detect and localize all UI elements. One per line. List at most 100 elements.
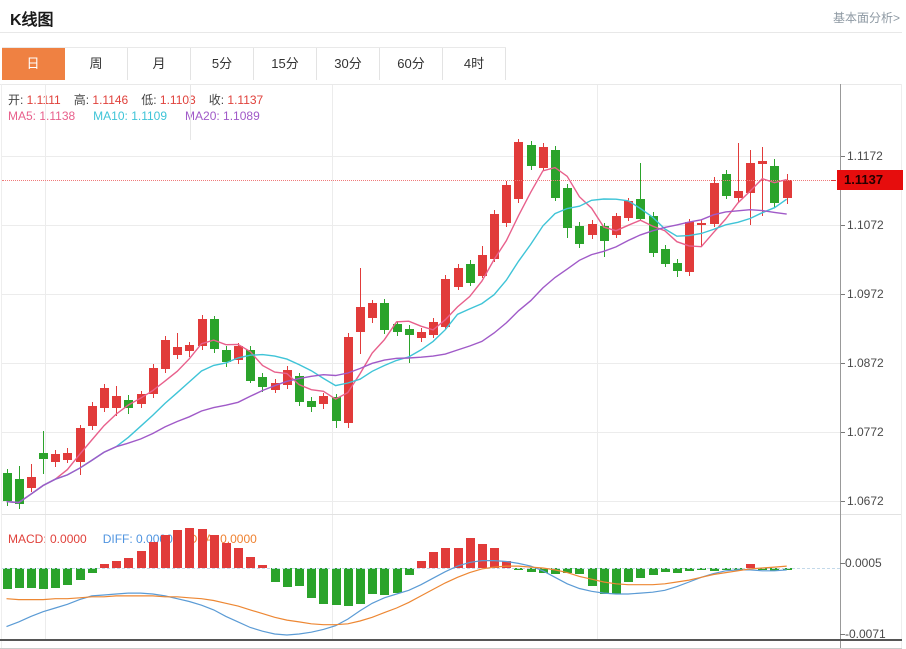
tab-60分[interactable]: 60分 [380, 48, 443, 80]
macd-bar-positive [441, 548, 450, 568]
candle-up [588, 224, 597, 235]
price-axis-label: 1.1072 [847, 218, 884, 232]
price-gridline [2, 363, 840, 364]
macd-bar-negative [27, 568, 36, 588]
info-item: MACD: 0.0000 [8, 532, 87, 546]
tab-月[interactable]: 月 [128, 48, 191, 80]
ma10-line [7, 199, 787, 503]
info-item: MA10: 1.1109 [93, 109, 167, 123]
macd-bar-negative [319, 568, 328, 604]
chart-frame-left [1, 84, 2, 648]
candle-down [380, 303, 389, 330]
candle-down [770, 166, 779, 203]
candle-up [514, 142, 523, 199]
v-gridline [45, 85, 46, 640]
macd-bottom-axis [0, 639, 902, 641]
candle-up [137, 394, 146, 404]
candle-up [502, 185, 511, 223]
candle-up [283, 370, 292, 385]
candle-up [198, 319, 207, 346]
fundamental-analysis-link[interactable]: 基本面分析> [833, 9, 900, 26]
candle-wick-up [762, 147, 763, 216]
candle-down [673, 263, 682, 271]
candle-up [685, 222, 694, 272]
candle-up [624, 201, 633, 218]
macd-bar-negative [405, 568, 414, 575]
macd-bar-negative [588, 568, 597, 586]
tab-日[interactable]: 日 [2, 48, 65, 80]
macd-bar-positive [124, 558, 133, 568]
macd-bar-positive [417, 561, 426, 568]
chart-frame-top [0, 84, 902, 85]
price-gridline [2, 294, 840, 295]
chart-frame-right [901, 84, 902, 648]
candle-down [246, 350, 255, 381]
macd-bar-positive [137, 551, 146, 568]
price-axis-label: 1.0972 [847, 287, 884, 301]
v-gridline [332, 85, 333, 640]
candle-down [527, 145, 536, 166]
macd-bar-negative [612, 568, 621, 594]
candle-up [51, 454, 60, 462]
macd-bar-negative [636, 568, 645, 578]
macd-bar-positive [198, 529, 207, 568]
tab-15分[interactable]: 15分 [254, 48, 317, 80]
price-axis-label: 1.0772 [847, 425, 884, 439]
macd-bar-positive [246, 557, 255, 568]
candle-up [490, 214, 499, 259]
tab-4时[interactable]: 4时 [443, 48, 506, 80]
ma-info-row: MA5: 1.1138MA10: 1.1109MA20: 1.1089 [8, 109, 278, 123]
info-item: MA5: 1.1138 [8, 109, 75, 123]
macd-bar-negative [3, 568, 12, 589]
price-gridline [2, 156, 840, 157]
candle-down [222, 350, 231, 362]
macd-bar-negative [356, 568, 365, 604]
candle-down [210, 319, 219, 349]
candle-up [173, 347, 182, 355]
pane-divider [2, 514, 901, 515]
candle-down [307, 401, 316, 407]
macd-bar-negative [76, 568, 85, 580]
candle-up [697, 223, 706, 225]
page-title: K线图 [10, 6, 54, 30]
macd-bar-negative [39, 568, 48, 589]
macd-bar-positive [478, 544, 487, 568]
candle-up [356, 307, 365, 332]
info-item: 收: 1.1137 [209, 93, 264, 107]
macd-bar-negative [283, 568, 292, 587]
macd-bar-negative [307, 568, 316, 598]
info-item: 低: 1.1103 [141, 93, 196, 107]
candle-up [454, 268, 463, 287]
macd-zero-dashline [2, 568, 840, 569]
current-price-dashline [2, 180, 840, 181]
macd-bar-negative [271, 568, 280, 582]
candle-down [39, 453, 48, 459]
macd-info-row: MACD: 0.0000DIFF: 0.0000DEA: 0.0000 [8, 532, 273, 546]
tab-5分[interactable]: 5分 [191, 48, 254, 80]
candle-up [758, 161, 767, 164]
macd-bar-positive [149, 542, 158, 568]
macd-bar-positive [161, 535, 170, 568]
macd-bar-negative [600, 568, 609, 594]
macd-bar-positive [173, 530, 182, 568]
candle-up [185, 345, 194, 351]
tab-周[interactable]: 周 [65, 48, 128, 80]
macd-bar-positive [502, 561, 511, 568]
candle-up [734, 191, 743, 198]
macd-bar-negative [649, 568, 658, 575]
macd-bar-positive [234, 548, 243, 568]
candle-wick-up [177, 333, 178, 359]
candle-up [417, 332, 426, 338]
candle-down [649, 216, 658, 253]
tab-30分[interactable]: 30分 [317, 48, 380, 80]
v-gridline [597, 85, 598, 640]
candle-down [661, 249, 670, 264]
candle-down [295, 376, 304, 402]
macd-bar-negative [51, 568, 60, 588]
macd-bar-positive [466, 538, 475, 568]
info-divider [190, 85, 191, 140]
macd-bar-negative [63, 568, 72, 585]
candle-down [722, 174, 731, 196]
macd-bar-negative [624, 568, 633, 582]
macd-bar-negative [295, 568, 304, 586]
